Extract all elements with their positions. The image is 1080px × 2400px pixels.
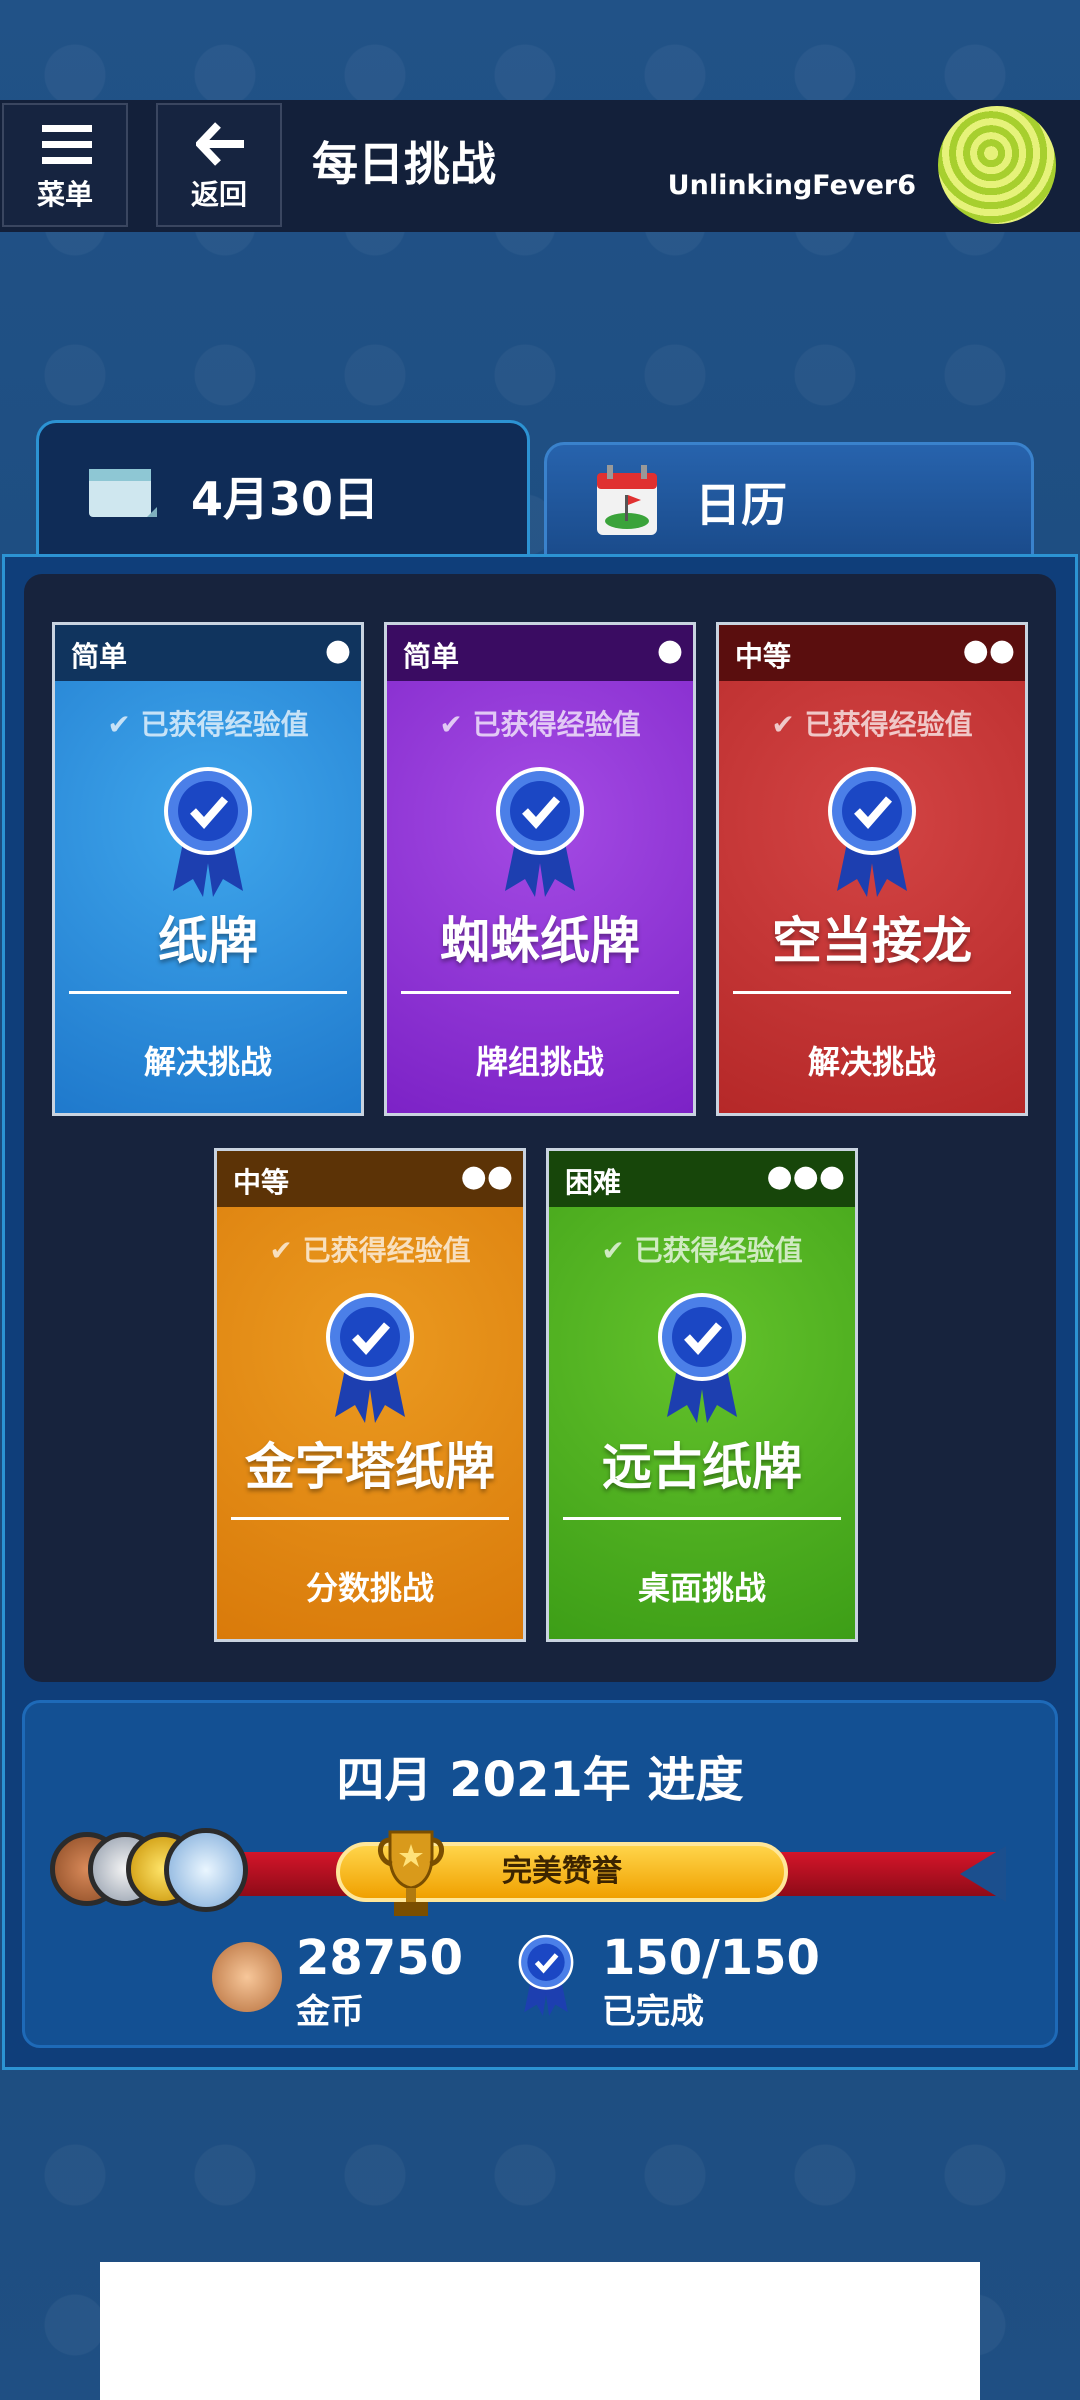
difficulty-label: 简单 (71, 640, 128, 673)
menu-button[interactable]: 菜单 (2, 103, 128, 227)
difficulty-label: 困难 (565, 1166, 622, 1199)
xp-earned-label: ✔ 已获得经验值 (439, 708, 641, 741)
divider (563, 1517, 841, 1520)
divider (733, 991, 1011, 994)
completed-medal-icon (518, 1934, 574, 2016)
avatar[interactable] (938, 106, 1056, 224)
difficulty-label: 中等 (735, 640, 792, 673)
coins-value: 28750 (296, 1930, 463, 1986)
challenge-type: 牌组挑战 (475, 1043, 604, 1081)
coins-label: 金币 (296, 1992, 364, 2032)
divider (401, 991, 679, 994)
back-label: 返回 (190, 178, 247, 211)
challenge-card-spider[interactable]: 简单 ● ✔ 已获得经验值 蜘蛛纸牌 牌组挑战 (384, 622, 696, 1116)
back-arrow-icon (196, 122, 244, 166)
completed-value: 150/150 (602, 1930, 820, 1986)
challenge-card-klondike[interactable]: 简单 ● ✔ 已获得经验值 纸牌 解决挑战 (52, 622, 364, 1116)
username: UnlinkingFever6 (667, 170, 916, 201)
difficulty-dots: ●●● (766, 1159, 845, 1194)
difficulty-label: 中等 (233, 1166, 290, 1199)
game-name: 远古纸牌 (602, 1438, 802, 1496)
difficulty-dots: ●● (962, 633, 1015, 668)
completed-label: 已完成 (602, 1992, 704, 2032)
completed-medal-icon (164, 767, 252, 897)
coins-icon (212, 1942, 282, 2012)
bottom-banner-area (100, 2262, 980, 2400)
game-name: 蜘蛛纸牌 (440, 912, 640, 970)
difficulty-dots: ●● (460, 1159, 513, 1194)
difficulty-dots: ● (656, 633, 683, 668)
difficulty-dots: ● (324, 633, 351, 668)
xp-earned-label: ✔ 已获得经验值 (269, 1234, 471, 1267)
hamburger-icon (42, 125, 92, 164)
completed-medal-icon (326, 1293, 414, 1423)
challenge-card-freecell[interactable]: 中等 ●● ✔ 已获得经验值 空当接龙 解决挑战 (716, 622, 1028, 1116)
xp-earned-label: ✔ 已获得经验值 (601, 1234, 803, 1267)
progress-title: 四月 2021年 进度 (336, 1752, 744, 1808)
xp-earned-label: ✔ 已获得经验值 (771, 708, 973, 741)
tab-date-label: 4月30日 (191, 472, 380, 526)
game-name: 纸牌 (158, 912, 258, 970)
calendar-flag-icon (597, 465, 657, 535)
challenge-card-tripeaks[interactable]: 困难 ●●● ✔ 已获得经验值 远古纸牌 桌面挑战 (546, 1148, 858, 1642)
challenge-type: 分数挑战 (305, 1569, 434, 1607)
challenge-card-pyramid[interactable]: 中等 ●● ✔ 已获得经验值 金字塔纸牌 分数挑战 (214, 1148, 526, 1642)
tab-calendar[interactable]: 日历 (544, 442, 1034, 556)
xp-earned-label: ✔ 已获得经验值 (107, 708, 309, 741)
divider (231, 1517, 509, 1520)
game-name: 空当接龙 (772, 912, 972, 970)
difficulty-label: 简单 (403, 640, 460, 673)
ribbon-tail (960, 1846, 1006, 1902)
calendar-icon (89, 469, 157, 517)
tab-date[interactable]: 4月30日 (36, 420, 530, 556)
tab-calendar-label: 日历 (695, 478, 787, 532)
back-button[interactable]: 返回 (156, 103, 282, 227)
diamond-medal-icon (164, 1828, 248, 1912)
completed-medal-icon (496, 767, 584, 897)
trophy-icon (378, 1830, 444, 1916)
divider (69, 991, 347, 994)
menu-label: 菜单 (36, 178, 93, 211)
page-title: 每日挑战 (312, 137, 496, 191)
completed-medal-icon (658, 1293, 746, 1423)
completed-medal-icon (828, 767, 916, 897)
challenge-type: 桌面挑战 (637, 1569, 766, 1607)
challenge-type: 解决挑战 (807, 1043, 936, 1081)
challenge-type: 解决挑战 (143, 1043, 272, 1081)
game-name: 金字塔纸牌 (245, 1438, 495, 1496)
